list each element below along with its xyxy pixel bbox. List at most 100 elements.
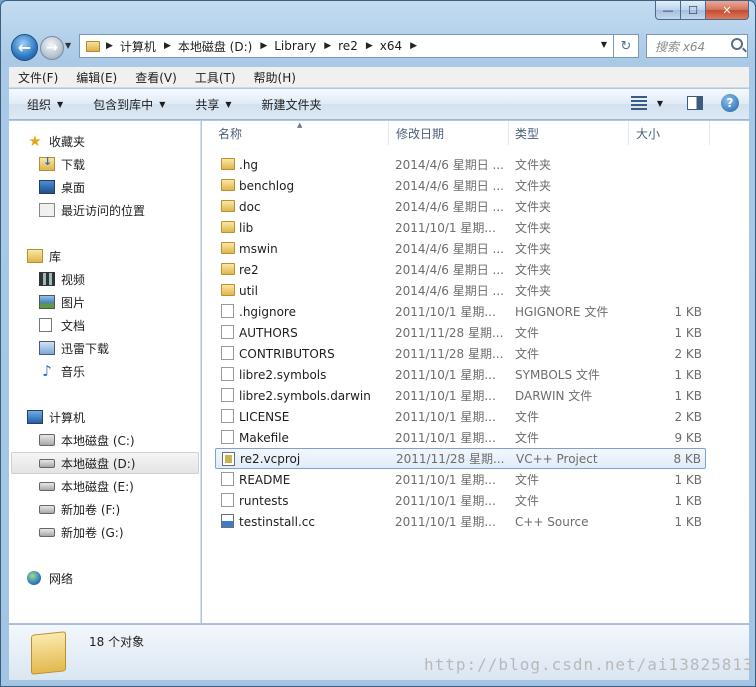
view-options-icon[interactable] bbox=[630, 96, 647, 110]
table-row[interactable]: testinstall.cc 2011/10/1 星期... C++ Source 1… bbox=[215, 511, 706, 532]
menu-bar: 文件(F) 编辑(E) 查看(V) 工具(T) 帮助(H) bbox=[9, 67, 749, 88]
recent-pages-dropdown[interactable]: ▼ bbox=[65, 41, 71, 50]
sidebar-item-downloads[interactable]: 下载 bbox=[39, 153, 85, 175]
file-type: DARWIN 文件 bbox=[515, 389, 593, 403]
table-row[interactable]: libre2.symbols.darwin 2011/10/1 星期... DARW… bbox=[215, 385, 706, 406]
sidebar-item-drive-g[interactable]: 新加卷 (G:) bbox=[39, 521, 124, 543]
sidebar-item-thunder-downloads[interactable]: 迅雷下载 bbox=[39, 337, 109, 359]
file-date: 2011/11/28 星期... bbox=[395, 326, 504, 340]
include-in-library-button[interactable]: 包含到库中 ▼ bbox=[93, 96, 165, 113]
chevron-right-icon[interactable]: ▶ bbox=[324, 41, 331, 51]
table-row[interactable]: CONTRIBUTORS 2011/11/28 星期... 文件 2 KB bbox=[215, 343, 706, 364]
column-header-type[interactable]: 类型 bbox=[509, 121, 629, 145]
sidebar-item-music[interactable]: ♪ 音乐 bbox=[39, 360, 85, 382]
minimize-button[interactable]: — bbox=[655, 1, 681, 20]
close-button[interactable]: ✕ bbox=[706, 1, 749, 20]
sidebar-label: 计算机 bbox=[49, 410, 86, 425]
column-header-size[interactable]: 大小 bbox=[630, 121, 710, 145]
menu-view[interactable]: 查看(V) bbox=[126, 69, 186, 86]
refresh-icon: ↻ bbox=[620, 38, 632, 54]
sidebar-item-recent[interactable]: 最近访问的位置 bbox=[39, 199, 145, 221]
table-row[interactable]: libre2.symbols 2011/10/1 星期... SYMBOLS 文件 1… bbox=[215, 364, 706, 385]
forward-button[interactable]: → bbox=[40, 36, 64, 60]
refresh-button[interactable]: ↻ bbox=[614, 34, 639, 58]
breadcrumb-re2[interactable]: re2 bbox=[338, 39, 358, 53]
help-icon[interactable]: ? bbox=[721, 94, 739, 112]
new-folder-button[interactable]: 新建文件夹 bbox=[262, 96, 322, 113]
sidebar-item-drive-c[interactable]: 本地磁盘 (C:) bbox=[39, 429, 135, 451]
table-row[interactable]: mswin 2014/4/6 星期日 ... 文件夹 bbox=[215, 238, 706, 259]
organize-button[interactable]: 组织 ▼ bbox=[27, 96, 63, 113]
breadcrumb-drive-d[interactable]: 本地磁盘 (D:) bbox=[178, 38, 252, 55]
file-name: Makefile bbox=[239, 430, 289, 445]
table-row[interactable]: README 2011/10/1 星期... 文件 1 KB bbox=[215, 469, 706, 490]
search-input[interactable]: 搜索 x64 bbox=[646, 34, 748, 58]
column-header-name[interactable]: 名称 bbox=[212, 121, 389, 145]
menu-help[interactable]: 帮助(H) bbox=[245, 69, 305, 86]
breadcrumb-library[interactable]: Library bbox=[274, 39, 316, 53]
back-button[interactable]: ← bbox=[11, 34, 38, 61]
share-button[interactable]: 共享 ▼ bbox=[195, 96, 231, 113]
chevron-right-icon[interactable]: ▶ bbox=[164, 41, 171, 51]
table-row[interactable]: runtests 2011/10/1 星期... 文件 1 KB bbox=[215, 490, 706, 511]
table-row[interactable]: lib 2011/10/1 星期... 文件夹 bbox=[215, 217, 706, 238]
menu-tools[interactable]: 工具(T) bbox=[186, 69, 245, 86]
sidebar-network[interactable]: 网络 bbox=[27, 567, 73, 589]
maximize-button[interactable]: ☐ bbox=[681, 1, 706, 20]
sidebar-label: 下载 bbox=[61, 157, 86, 172]
file-date: 2011/10/1 星期... bbox=[395, 431, 496, 445]
file-date: 2014/4/6 星期日 ... bbox=[395, 263, 504, 277]
file-size: 2 KB bbox=[674, 346, 702, 361]
breadcrumb-computer[interactable]: 计算机 bbox=[120, 38, 156, 55]
sidebar-label: 新加卷 (F:) bbox=[61, 502, 121, 517]
share-label: 共享 bbox=[195, 97, 220, 112]
download-folder-icon bbox=[39, 155, 55, 171]
drive-icon bbox=[39, 527, 55, 537]
table-row[interactable]: benchlog 2014/4/6 星期日 ... 文件夹 bbox=[215, 175, 706, 196]
file-date: 2011/10/1 星期... bbox=[395, 515, 496, 529]
command-bar: 组织 ▼ 包含到库中 ▼ 共享 ▼ 新建文件夹 ▼ ? bbox=[9, 89, 749, 120]
drive-icon bbox=[39, 504, 55, 514]
table-row[interactable]: Makefile 2011/10/1 星期... 文件 9 KB bbox=[215, 427, 706, 448]
chevron-right-icon[interactable]: ▶ bbox=[260, 41, 267, 51]
music-icon: ♪ bbox=[42, 362, 52, 380]
chevron-down-icon[interactable]: ▼ bbox=[657, 99, 663, 108]
table-row[interactable]: AUTHORS 2011/11/28 星期... 文件 1 KB bbox=[215, 322, 706, 343]
menu-edit[interactable]: 编辑(E) bbox=[67, 69, 126, 86]
column-header-date[interactable]: 修改日期 bbox=[390, 121, 509, 145]
table-row[interactable]: util 2014/4/6 星期日 ... 文件夹 bbox=[215, 280, 706, 301]
chevron-right-icon[interactable]: ▶ bbox=[366, 41, 373, 51]
chevron-right-icon[interactable]: ▶ bbox=[410, 41, 417, 51]
breadcrumb-x64[interactable]: x64 bbox=[380, 39, 402, 53]
file-name: testinstall.cc bbox=[239, 514, 315, 529]
sidebar-item-documents[interactable]: 文档 bbox=[39, 314, 85, 336]
menu-file[interactable]: 文件(F) bbox=[9, 69, 67, 86]
navigation-pane: ★ 收藏夹 下载 桌面 最近访问的位置 库 视频 图片 文档 迅雷下载 ♪ 音乐 计… bbox=[9, 121, 201, 623]
folder-icon bbox=[221, 263, 235, 275]
sidebar-item-desktop[interactable]: 桌面 bbox=[39, 176, 85, 198]
file-type: 文件夹 bbox=[515, 200, 552, 214]
preview-pane-icon[interactable] bbox=[687, 96, 703, 110]
sidebar-item-drive-e[interactable]: 本地磁盘 (E:) bbox=[39, 475, 134, 497]
table-row[interactable]: re2.vcproj 2011/11/28 星期... VC++ Project 8 … bbox=[215, 448, 706, 469]
table-row[interactable]: doc 2014/4/6 星期日 ... 文件夹 bbox=[215, 196, 706, 217]
chevron-right-icon[interactable]: ▶ bbox=[106, 41, 113, 51]
table-row[interactable]: re2 2014/4/6 星期日 ... 文件夹 bbox=[215, 259, 706, 280]
sidebar-item-drive-f[interactable]: 新加卷 (F:) bbox=[39, 498, 120, 520]
table-row[interactable]: .hgignore 2011/10/1 星期... HGIGNORE 文件 1 KB bbox=[215, 301, 706, 322]
sidebar-item-videos[interactable]: 视频 bbox=[39, 268, 85, 290]
drive-icon bbox=[39, 481, 55, 491]
sidebar-item-drive-d[interactable]: 本地磁盘 (D:) bbox=[11, 452, 199, 474]
search-icon[interactable] bbox=[731, 38, 743, 50]
address-bar[interactable]: ▶ 计算机 ▶ 本地磁盘 (D:) ▶ Library ▶ re2 ▶ x64 … bbox=[79, 34, 614, 58]
address-history-dropdown[interactable]: ▼ bbox=[601, 40, 607, 49]
sidebar-item-pictures[interactable]: 图片 bbox=[39, 291, 85, 313]
folder-icon bbox=[221, 284, 235, 296]
file-date: 2014/4/6 星期日 ... bbox=[395, 242, 504, 256]
sidebar-favorites[interactable]: ★ 收藏夹 bbox=[27, 130, 85, 152]
table-row[interactable]: LICENSE 2011/10/1 星期... 文件 2 KB bbox=[215, 406, 706, 427]
table-row[interactable]: .hg 2014/4/6 星期日 ... 文件夹 bbox=[215, 154, 706, 175]
sidebar-libraries[interactable]: 库 bbox=[27, 245, 61, 267]
breadcrumb: ▶ 计算机 ▶ 本地磁盘 (D:) ▶ Library ▶ re2 ▶ x64 … bbox=[106, 38, 424, 55]
sidebar-computer[interactable]: 计算机 bbox=[27, 406, 85, 428]
